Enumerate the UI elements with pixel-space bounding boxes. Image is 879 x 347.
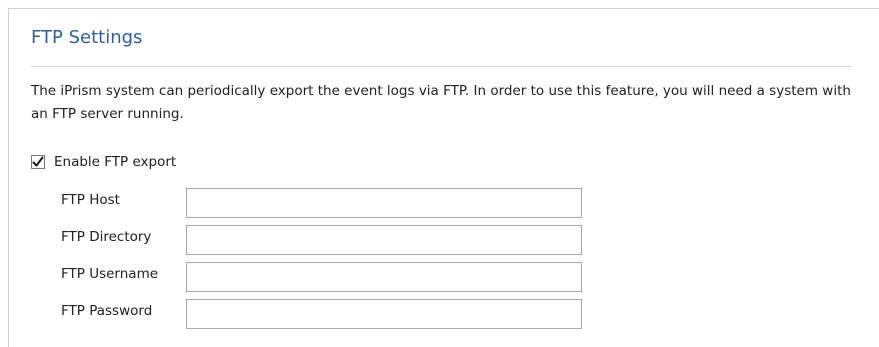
- ftp-settings-panel: [8, 8, 879, 347]
- ftp-password-label: FTP Password: [61, 303, 153, 319]
- ftp-username-label: FTP Username: [61, 266, 159, 282]
- ftp-password-input[interactable]: [186, 299, 582, 329]
- enable-ftp-export-label[interactable]: Enable FTP export: [54, 154, 176, 170]
- ftp-host-label: FTP Host: [61, 192, 120, 208]
- section-description: The iPrism system can periodically expor…: [31, 83, 851, 122]
- enable-ftp-export-checkbox[interactable]: [31, 155, 45, 169]
- ftp-host-input[interactable]: [186, 188, 582, 218]
- ftp-username-input[interactable]: [186, 262, 582, 292]
- checkmark-icon: [32, 156, 44, 167]
- ftp-directory-label: FTP Directory: [61, 229, 152, 245]
- enable-ftp-export-row[interactable]: Enable FTP export: [31, 152, 176, 172]
- ftp-directory-input[interactable]: [186, 225, 582, 255]
- section-divider: [31, 66, 852, 67]
- section-title: FTP Settings: [31, 27, 143, 48]
